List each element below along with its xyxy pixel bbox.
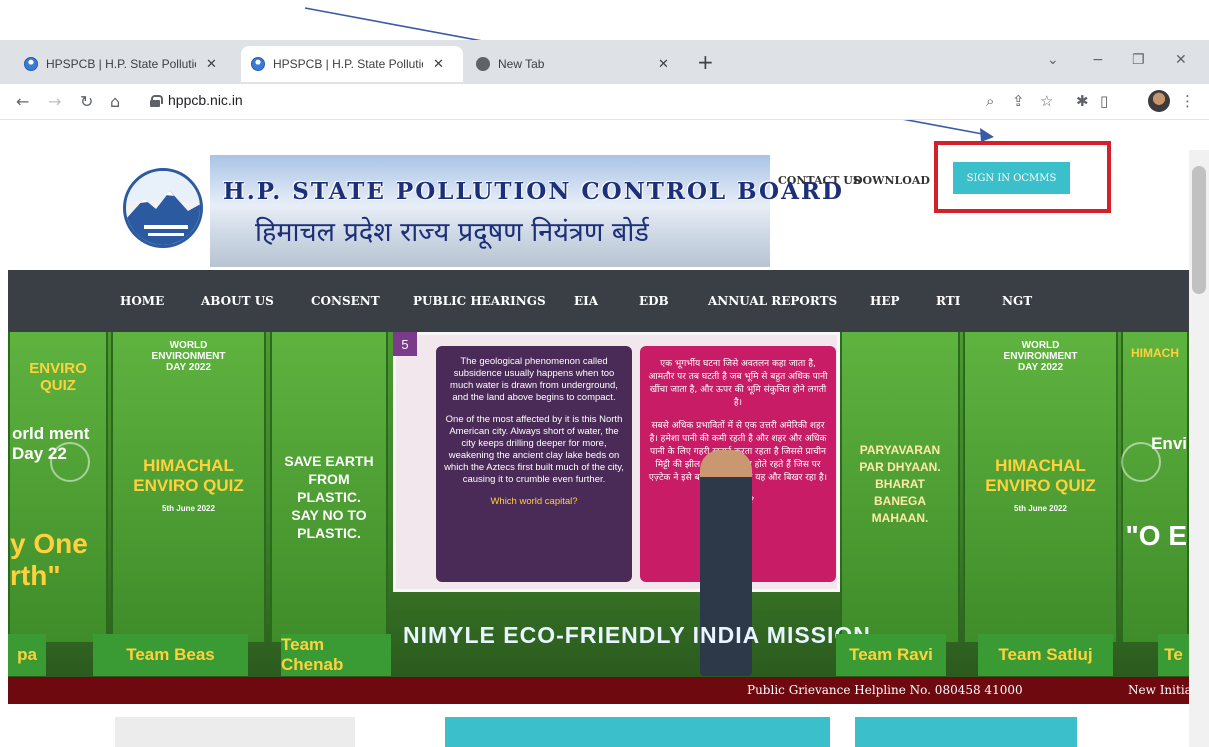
slide-number: 5 [393, 332, 417, 356]
close-icon[interactable]: ✕ [206, 56, 217, 72]
webpage: H.P. STATE POLLUTION CONTROL BOARD हिमाच… [0, 150, 1189, 747]
bookmark-star-icon[interactable]: ☆ [1040, 92, 1053, 110]
menu-kebab-icon[interactable]: ⋮ [1180, 92, 1195, 110]
bottom-card-2 [445, 717, 830, 747]
home-icon[interactable]: ⌂ [110, 92, 120, 111]
back-icon[interactable]: ← [16, 92, 29, 111]
news-ticker[interactable]: Public Grievance Helpline No. 080458 410… [8, 677, 1189, 704]
close-icon[interactable]: ✕ [658, 56, 669, 72]
panel-title: HIMACH [1131, 346, 1179, 360]
question-para-hi-1: एक भूगर्भीय घटना जिसे अवतलन कहा जाता है,… [648, 359, 828, 408]
panel-date: 5th June 2022 [162, 504, 215, 513]
bottom-card-3 [855, 717, 1077, 747]
minimize-icon[interactable]: − [1092, 52, 1104, 68]
nav-about-us[interactable]: ABOUT US [201, 294, 274, 308]
mountain-logo-icon [126, 171, 200, 245]
screenshot: HPSPCB | H.P. State Pollution Co ✕ HPSPC… [0, 0, 1209, 747]
nav-consent[interactable]: CONSENT [311, 294, 380, 308]
panel-text: SAVE EARTH FROM PLASTIC. SAY NO TO PLAST… [284, 453, 374, 541]
download-link[interactable]: DOWNLOAD [853, 174, 935, 187]
close-icon[interactable]: ✕ [433, 56, 444, 72]
browser-toolbar: ← → ↻ ⌂ hppcb.nic.in ⌕ ⇪ ☆ ✱ ▯ ⋮ [0, 84, 1209, 120]
maximize-icon[interactable]: ❐ [1132, 52, 1145, 68]
highlight-box [934, 141, 1111, 213]
nav-hep[interactable]: HEP [870, 294, 900, 308]
panel-mid: HIMACHAL ENVIRO QUIZ [985, 456, 1096, 495]
team-plate: Team Beas [93, 634, 248, 676]
hpspcb-logo[interactable] [123, 168, 203, 248]
panel-right-3: HIMACH Envi "O E [1121, 332, 1189, 642]
question-card-en: The geological phenomenon called subside… [436, 346, 632, 582]
extensions-icon[interactable]: ✱ [1076, 92, 1089, 110]
tab-title: New Tab [498, 57, 545, 71]
hpspcb-favicon [24, 57, 38, 71]
hero-slider[interactable]: ENVIRO QUIZ orld ment Day 22 y One rth" … [8, 332, 1189, 677]
question-prompt: Which world capital? [490, 496, 578, 507]
nav-edb[interactable]: EDB [639, 294, 669, 308]
panel-top: WORLD ENVIRONMENT DAY 2022 [1003, 340, 1078, 373]
panel-left-3: SAVE EARTH FROM PLASTIC. SAY NO TO PLAST… [270, 332, 388, 642]
panel-left-1: ENVIRO QUIZ orld ment Day 22 y One rth" [8, 332, 108, 642]
slider-next-icon[interactable] [1121, 442, 1161, 482]
ticker-helpline[interactable]: Public Grievance Helpline No. 080458 410… [747, 683, 1023, 697]
team-plate: Te [1158, 634, 1189, 676]
tab-search-chevron-icon[interactable]: ⌄ [1047, 52, 1059, 68]
tab-title: HPSPCB | H.P. State Pollution Co [46, 57, 196, 71]
nav-rti[interactable]: RTI [936, 294, 960, 308]
profile-avatar[interactable] [1148, 90, 1170, 112]
panel-date: 5th June 2022 [1014, 504, 1067, 513]
panel-right-2: WORLD ENVIRONMENT DAY 2022 HIMACHAL ENVI… [963, 332, 1118, 642]
stage-banner: NIMYLE ECO-FRIENDLY INDIA MISSION [403, 622, 871, 648]
site-title-hi: हिमाचल प्रदेश राज्य प्रदूषण नियंत्रण बोर… [255, 217, 649, 248]
question-para-1: The geological phenomenon called subside… [450, 356, 618, 403]
nav-public-hearings[interactable]: PUBLIC HEARINGS [413, 294, 546, 308]
tab-hpspcb-2[interactable]: HPSPCB | H.P. State Pollution Co ✕ [241, 46, 463, 82]
tab-new-tab[interactable]: New Tab ✕ [466, 46, 688, 82]
share-icon[interactable]: ⇪ [1012, 92, 1025, 110]
slider-prev-icon[interactable] [50, 442, 90, 482]
ticker-new-initiative[interactable]: New Initia [1128, 683, 1189, 697]
tab-hpspcb-1[interactable]: HPSPCB | H.P. State Pollution Co ✕ [14, 46, 239, 82]
panel-left-2: WORLD ENVIRONMENT DAY 2022 HIMACHAL ENVI… [111, 332, 266, 642]
side-panel-icon[interactable]: ▯ [1100, 92, 1108, 110]
panel-top: WORLD ENVIRONMENT DAY 2022 [151, 340, 226, 373]
main-nav: HOME ABOUT US CONSENT PUBLIC HEARINGS EI… [8, 270, 1189, 332]
annotation-arrow-head [980, 128, 994, 142]
tab-title: HPSPCB | H.P. State Pollution Co [273, 57, 423, 71]
chrome-favicon [476, 57, 490, 71]
reload-icon[interactable]: ↻ [80, 92, 93, 111]
panel-right-1: PARYAVARAN PAR DHYAAN. BHARAT BANEGA MAH… [840, 332, 960, 642]
team-plate: Team Satluj [978, 634, 1113, 676]
panel-mid: HIMACHAL ENVIRO QUIZ [133, 456, 244, 495]
zoom-icon[interactable]: ⌕ [986, 92, 994, 110]
site-title-en: H.P. STATE POLLUTION CONTROL BOARD [223, 178, 844, 205]
question-para-2: One of the most affected by it is this N… [444, 414, 624, 485]
nav-eia[interactable]: EIA [574, 294, 598, 308]
window-close-icon[interactable]: ✕ [1175, 52, 1187, 68]
new-tab-plus-icon[interactable]: + [697, 50, 714, 74]
url-text[interactable]: hppcb.nic.in [168, 92, 243, 108]
hpspcb-favicon [251, 57, 265, 71]
mountain-banner [210, 155, 770, 267]
nav-ngt[interactable]: NGT [1002, 294, 1032, 308]
nav-home[interactable]: HOME [120, 294, 164, 308]
contact-us-link[interactable]: CONTACT US [778, 174, 861, 187]
forward-icon[interactable]: → [48, 92, 61, 111]
panel-bottom: "O E [1125, 520, 1187, 551]
nav-annual-reports[interactable]: ANNUAL REPORTS [708, 294, 837, 308]
team-plate: Team Chenab [281, 634, 391, 676]
team-plate: Team Ravi [836, 634, 946, 676]
lock-icon[interactable] [150, 95, 163, 107]
panel-title: ENVIRO QUIZ [29, 360, 87, 394]
panel-text: PARYAVARAN PAR DHYAAN. BHARAT BANEGA MAH… [859, 443, 941, 525]
scrollbar-thumb[interactable] [1192, 166, 1206, 294]
team-plate: pa [8, 634, 46, 676]
panel-bottom: y One rth" [10, 528, 88, 591]
tab-bar: HPSPCB | H.P. State Pollution Co ✕ HPSPC… [0, 40, 1209, 84]
bottom-card-1 [115, 717, 355, 747]
